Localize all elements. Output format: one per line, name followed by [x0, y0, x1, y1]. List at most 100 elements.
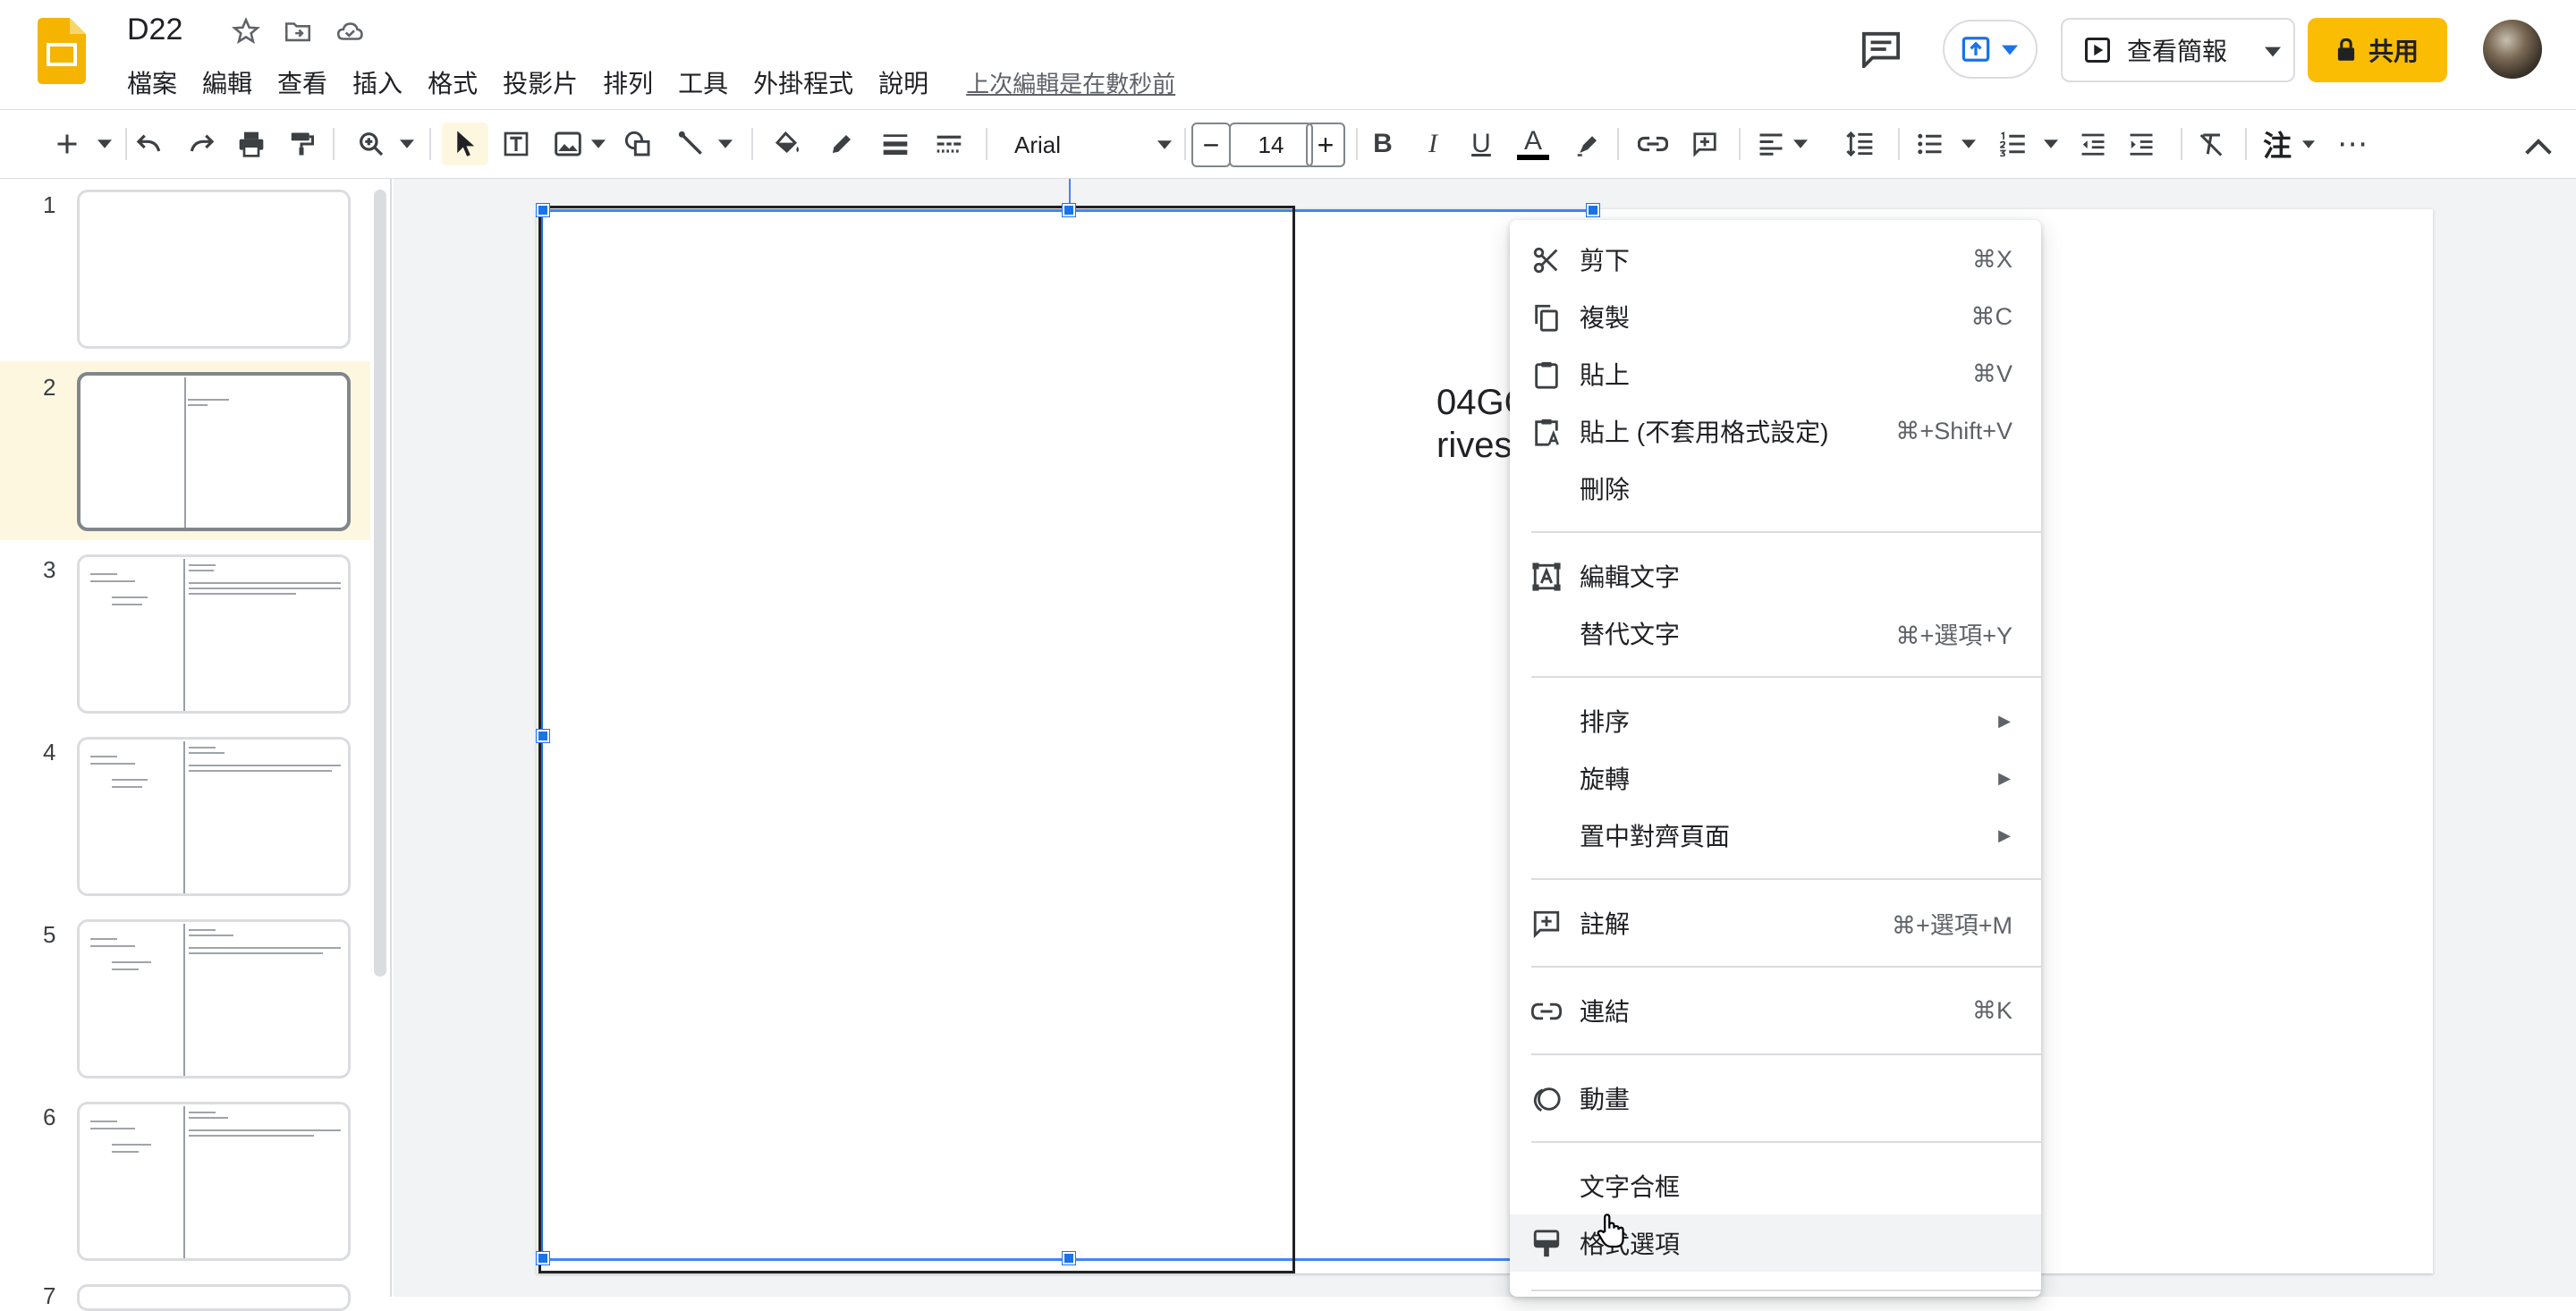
resize-handle-bottom-left[interactable]: [536, 1251, 550, 1265]
menu-arrange[interactable]: 排列: [603, 64, 653, 100]
menu-addons[interactable]: 外掛程式: [753, 64, 853, 100]
insert-image-button[interactable]: [547, 123, 589, 165]
slide-thumbnail-row[interactable]: 3: [0, 544, 370, 723]
menu-item-order[interactable]: 排序 ▶: [1510, 692, 2041, 749]
resize-handle-top-left[interactable]: [536, 203, 550, 217]
last-edit-link[interactable]: 上次編輯是在數秒前: [966, 66, 1175, 99]
text-color-button[interactable]: A: [1515, 123, 1551, 165]
border-color-button[interactable]: [821, 123, 862, 165]
align-button[interactable]: [1751, 123, 1791, 165]
bulleted-list-button[interactable]: [1911, 123, 1950, 165]
select-tool-button[interactable]: [442, 123, 488, 165]
line-button[interactable]: [671, 123, 712, 165]
menu-item-alt-text[interactable]: 替代文字 ⌘+選項+Y: [1510, 605, 2041, 662]
shape-button[interactable]: [617, 123, 658, 165]
more-options-button[interactable]: ⋯: [2331, 123, 2374, 165]
cloud-saved-icon[interactable]: [335, 16, 365, 47]
zhuyin-input-button[interactable]: 注: [2258, 123, 2297, 165]
slide-thumbnail[interactable]: [77, 554, 351, 714]
numbered-list-button[interactable]: [1993, 123, 2032, 165]
resize-handle-top[interactable]: [1062, 203, 1076, 217]
paint-format-button[interactable]: [283, 123, 320, 165]
menu-item-animation[interactable]: 動畫: [1510, 1070, 2041, 1127]
present-to-meeting-button[interactable]: [1943, 20, 2038, 79]
menu-item-edit-text[interactable]: 編輯文字: [1510, 547, 2041, 605]
slideshow-button[interactable]: 查看簡報: [2061, 18, 2254, 82]
share-button[interactable]: 共用: [2308, 18, 2447, 82]
bulleted-list-dropdown[interactable]: [1957, 123, 1980, 165]
collapse-menu-icon[interactable]: [2521, 130, 2556, 162]
highlight-color-button[interactable]: [1569, 123, 1606, 165]
star-icon[interactable]: [231, 16, 261, 47]
underline-button[interactable]: U: [1465, 123, 1497, 165]
menu-item-rotate[interactable]: 旋轉 ▶: [1510, 749, 2041, 807]
new-slide-layout-dropdown[interactable]: [91, 123, 118, 165]
increase-font-size-button[interactable]: +: [1306, 123, 1345, 167]
border-weight-button[interactable]: [875, 123, 916, 165]
menu-tools[interactable]: 工具: [678, 64, 728, 100]
redo-button[interactable]: [182, 123, 220, 165]
menu-slide[interactable]: 投影片: [503, 64, 578, 100]
menu-file[interactable]: 檔案: [127, 64, 177, 100]
undo-button[interactable]: [131, 123, 168, 165]
document-title[interactable]: D22: [127, 13, 182, 47]
insert-link-button[interactable]: [1633, 123, 1673, 165]
menu-item-center-on-page[interactable]: 置中對齊頁面 ▶: [1510, 807, 2041, 864]
menu-help[interactable]: 說明: [878, 64, 928, 100]
text-box-button[interactable]: [496, 123, 537, 165]
fill-color-button[interactable]: [767, 123, 809, 165]
line-dropdown[interactable]: [714, 123, 737, 165]
clear-formatting-button[interactable]: [2191, 123, 2231, 165]
menu-edit[interactable]: 編輯: [202, 64, 252, 100]
border-dash-button[interactable]: [928, 123, 970, 165]
font-size-input[interactable]: 14: [1229, 123, 1313, 167]
italic-button[interactable]: I: [1417, 123, 1449, 165]
slide-thumbnail[interactable]: [77, 372, 351, 531]
zhuyin-dropdown[interactable]: [2297, 123, 2320, 165]
menu-item-cut[interactable]: 剪下 ⌘X: [1510, 231, 2041, 288]
slideshow-dropdown-button[interactable]: [2252, 18, 2295, 82]
menu-item-format-options[interactable]: 格式選項: [1510, 1214, 2041, 1272]
account-avatar[interactable]: [2483, 20, 2542, 79]
menu-item-copy[interactable]: 複製 ⌘C: [1510, 288, 2041, 345]
print-button[interactable]: [233, 123, 270, 165]
resize-handle-top-right[interactable]: [1586, 203, 1600, 217]
font-family-select[interactable]: Arial: [1002, 124, 1181, 165]
menu-view[interactable]: 查看: [277, 64, 327, 100]
insert-comment-button[interactable]: [1685, 123, 1724, 165]
comment-history-icon[interactable]: [1860, 30, 1902, 68]
menu-item-paste-without-formatting[interactable]: 貼上 (不套用格式設定) ⌘+Shift+V: [1510, 402, 2041, 460]
image-dropdown[interactable]: [587, 123, 610, 165]
slide-thumbnail-row-active[interactable]: 2: [0, 361, 370, 540]
filmstrip-scrollbar[interactable]: [374, 190, 386, 977]
slide-thumbnail[interactable]: [77, 190, 351, 349]
line-spacing-button[interactable]: [1841, 123, 1880, 165]
move-folder-icon[interactable]: [283, 16, 313, 47]
zoom-button[interactable]: [349, 123, 394, 165]
decrease-indent-button[interactable]: [2073, 123, 2113, 165]
resize-handle-bottom[interactable]: [1062, 1251, 1076, 1265]
slide-thumbnail[interactable]: [77, 919, 351, 1078]
slide-thumbnail[interactable]: [77, 737, 351, 896]
menu-item-delete[interactable]: 刪除: [1510, 460, 2041, 517]
slide-thumbnail-row[interactable]: 7: [0, 1273, 370, 1311]
bold-button[interactable]: B: [1367, 123, 1399, 165]
align-dropdown[interactable]: [1789, 123, 1812, 165]
new-slide-button[interactable]: [43, 123, 91, 165]
selected-rectangle-shape[interactable]: [538, 206, 1295, 1273]
numbered-list-dropdown[interactable]: [2039, 123, 2063, 165]
slide-thumbnail[interactable]: [77, 1284, 351, 1311]
slide-thumbnail[interactable]: [77, 1102, 351, 1261]
slides-logo-icon[interactable]: [38, 18, 86, 84]
decrease-font-size-button[interactable]: −: [1191, 123, 1231, 167]
slide-thumbnail-row[interactable]: 1: [0, 179, 370, 358]
slide-thumbnail-row[interactable]: 6: [0, 1091, 370, 1270]
menu-item-paste[interactable]: 貼上 ⌘V: [1510, 345, 2041, 402]
zoom-dropdown[interactable]: [394, 123, 420, 165]
resize-handle-left[interactable]: [536, 729, 550, 743]
menu-item-comment[interactable]: 註解 ⌘+選項+M: [1510, 894, 2041, 952]
menu-insert[interactable]: 插入: [352, 64, 402, 100]
slide-thumbnail-row[interactable]: 4: [0, 726, 370, 905]
slide-thumbnail-row[interactable]: 5: [0, 909, 370, 1087]
increase-indent-button[interactable]: [2122, 123, 2161, 165]
